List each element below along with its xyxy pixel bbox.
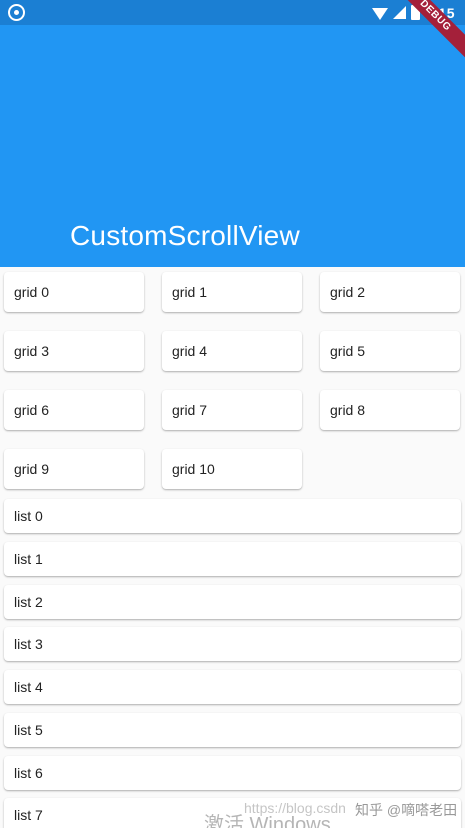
list-item[interactable]: list 4	[4, 670, 461, 704]
list-item[interactable]: list 3	[4, 627, 461, 661]
grid-item[interactable]: grid 4	[162, 331, 302, 371]
app-bar-title: CustomScrollView	[70, 220, 300, 251]
grid-item[interactable]: grid 0	[4, 272, 144, 312]
grid-item[interactable]: grid 10	[162, 449, 302, 489]
app-notification-icon	[8, 4, 25, 21]
grid-item[interactable]: grid 1	[162, 272, 302, 312]
signal-icon	[392, 6, 406, 19]
list-item[interactable]: list 5	[4, 713, 461, 747]
grid-item[interactable]: grid 3	[4, 331, 144, 371]
list-item[interactable]: list 1	[4, 542, 461, 576]
grid-item[interactable]: grid 2	[320, 272, 460, 312]
sliver-app-bar: CustomScrollView	[0, 25, 465, 267]
watermark-windows-activation: 激活 Windows	[204, 814, 331, 828]
grid-item[interactable]: grid 7	[162, 390, 302, 430]
grid-item[interactable]: grid 6	[4, 390, 144, 430]
list-item[interactable]: list 2	[4, 585, 461, 619]
grid-item[interactable]: grid 5	[320, 331, 460, 371]
grid-item[interactable]: grid 9	[4, 449, 144, 489]
list-item[interactable]: list 0	[4, 499, 461, 533]
watermark-zhihu: 知乎 @嘀嗒老田	[355, 802, 458, 818]
list-item[interactable]: list 6	[4, 756, 461, 790]
status-bar: 3:15	[0, 0, 465, 25]
wifi-icon	[371, 7, 388, 20]
grid-item[interactable]: grid 8	[320, 390, 460, 430]
